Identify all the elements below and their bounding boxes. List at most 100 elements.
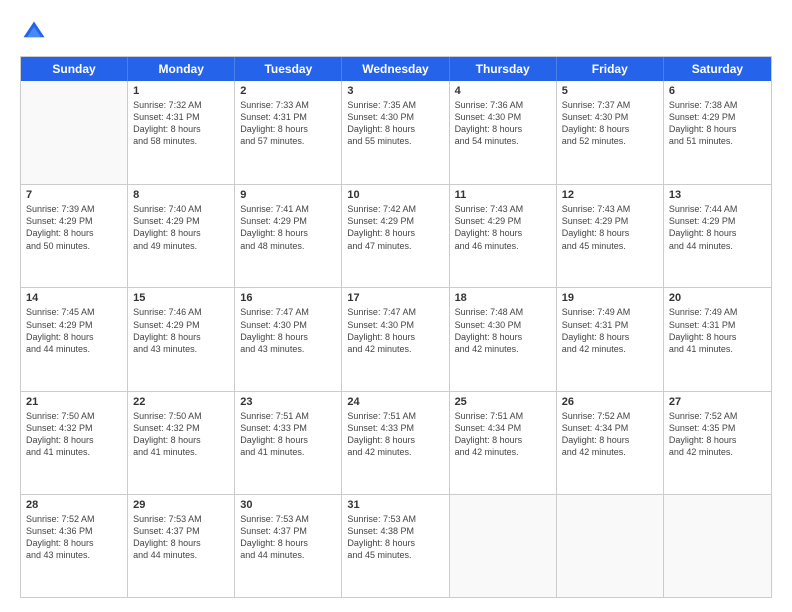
header-day-saturday: Saturday xyxy=(664,57,771,81)
calendar-cell: 21Sunrise: 7:50 AMSunset: 4:32 PMDayligh… xyxy=(21,392,128,494)
day-number: 14 xyxy=(26,292,122,304)
cell-line: Sunset: 4:32 PM xyxy=(26,422,122,434)
calendar-cell: 15Sunrise: 7:46 AMSunset: 4:29 PMDayligh… xyxy=(128,288,235,390)
cell-line: Sunset: 4:29 PM xyxy=(347,215,443,227)
cell-line: Sunset: 4:29 PM xyxy=(455,215,551,227)
cell-line: Sunrise: 7:52 AM xyxy=(669,410,766,422)
cell-line: Sunrise: 7:33 AM xyxy=(240,99,336,111)
day-number: 29 xyxy=(133,499,229,511)
cell-line: and 42 minutes. xyxy=(347,446,443,458)
calendar-cell: 23Sunrise: 7:51 AMSunset: 4:33 PMDayligh… xyxy=(235,392,342,494)
cell-line: and 42 minutes. xyxy=(347,343,443,355)
day-number: 20 xyxy=(669,292,766,304)
cell-line: Sunrise: 7:49 AM xyxy=(669,306,766,318)
calendar-cell: 25Sunrise: 7:51 AMSunset: 4:34 PMDayligh… xyxy=(450,392,557,494)
day-number: 26 xyxy=(562,396,658,408)
calendar-cell xyxy=(21,81,128,184)
cell-line: Daylight: 8 hours xyxy=(133,123,229,135)
calendar-cell: 4Sunrise: 7:36 AMSunset: 4:30 PMDaylight… xyxy=(450,81,557,184)
calendar-cell: 26Sunrise: 7:52 AMSunset: 4:34 PMDayligh… xyxy=(557,392,664,494)
cell-line: Sunrise: 7:44 AM xyxy=(669,203,766,215)
calendar-cell: 5Sunrise: 7:37 AMSunset: 4:30 PMDaylight… xyxy=(557,81,664,184)
day-number: 1 xyxy=(133,85,229,97)
cell-line: Sunset: 4:29 PM xyxy=(133,215,229,227)
cell-line: Daylight: 8 hours xyxy=(133,434,229,446)
calendar-cell: 12Sunrise: 7:43 AMSunset: 4:29 PMDayligh… xyxy=(557,185,664,287)
cell-line: Sunset: 4:31 PM xyxy=(669,319,766,331)
calendar-header: SundayMondayTuesdayWednesdayThursdayFrid… xyxy=(21,57,771,81)
cell-line: Sunset: 4:29 PM xyxy=(26,215,122,227)
calendar: SundayMondayTuesdayWednesdayThursdayFrid… xyxy=(20,56,772,598)
cell-line: Daylight: 8 hours xyxy=(347,331,443,343)
cell-line: Sunset: 4:30 PM xyxy=(347,111,443,123)
day-number: 8 xyxy=(133,189,229,201)
cell-line: Daylight: 8 hours xyxy=(669,227,766,239)
header-day-monday: Monday xyxy=(128,57,235,81)
cell-line: Sunrise: 7:52 AM xyxy=(562,410,658,422)
cell-line: Daylight: 8 hours xyxy=(26,331,122,343)
cell-line: Sunrise: 7:53 AM xyxy=(240,513,336,525)
cell-line: Sunset: 4:29 PM xyxy=(133,319,229,331)
cell-line: Sunset: 4:34 PM xyxy=(562,422,658,434)
calendar-cell: 24Sunrise: 7:51 AMSunset: 4:33 PMDayligh… xyxy=(342,392,449,494)
header xyxy=(20,18,772,46)
cell-line: Sunrise: 7:37 AM xyxy=(562,99,658,111)
cell-line: Daylight: 8 hours xyxy=(347,123,443,135)
cell-line: Sunrise: 7:48 AM xyxy=(455,306,551,318)
calendar-cell: 1Sunrise: 7:32 AMSunset: 4:31 PMDaylight… xyxy=(128,81,235,184)
cell-line: and 47 minutes. xyxy=(347,240,443,252)
day-number: 13 xyxy=(669,189,766,201)
cell-line: Daylight: 8 hours xyxy=(26,537,122,549)
cell-line: Sunrise: 7:39 AM xyxy=(26,203,122,215)
cell-line: and 57 minutes. xyxy=(240,135,336,147)
cell-line: Sunrise: 7:38 AM xyxy=(669,99,766,111)
cell-line: and 43 minutes. xyxy=(26,549,122,561)
cell-line: and 42 minutes. xyxy=(455,446,551,458)
cell-line: Sunrise: 7:36 AM xyxy=(455,99,551,111)
day-number: 7 xyxy=(26,189,122,201)
day-number: 9 xyxy=(240,189,336,201)
header-day-thursday: Thursday xyxy=(450,57,557,81)
day-number: 19 xyxy=(562,292,658,304)
cell-line: Daylight: 8 hours xyxy=(669,123,766,135)
calendar-cell: 17Sunrise: 7:47 AMSunset: 4:30 PMDayligh… xyxy=(342,288,449,390)
cell-line: Sunset: 4:29 PM xyxy=(26,319,122,331)
calendar-cell xyxy=(664,495,771,597)
day-number: 25 xyxy=(455,396,551,408)
day-number: 3 xyxy=(347,85,443,97)
cell-line: Sunset: 4:34 PM xyxy=(455,422,551,434)
calendar-body: 1Sunrise: 7:32 AMSunset: 4:31 PMDaylight… xyxy=(21,81,771,597)
cell-line: and 44 minutes. xyxy=(669,240,766,252)
calendar-cell: 20Sunrise: 7:49 AMSunset: 4:31 PMDayligh… xyxy=(664,288,771,390)
calendar-row: 14Sunrise: 7:45 AMSunset: 4:29 PMDayligh… xyxy=(21,287,771,390)
cell-line: Sunrise: 7:51 AM xyxy=(347,410,443,422)
cell-line: Daylight: 8 hours xyxy=(347,434,443,446)
cell-line: Sunset: 4:29 PM xyxy=(240,215,336,227)
calendar-cell: 28Sunrise: 7:52 AMSunset: 4:36 PMDayligh… xyxy=(21,495,128,597)
cell-line: and 41 minutes. xyxy=(669,343,766,355)
day-number: 2 xyxy=(240,85,336,97)
header-day-sunday: Sunday xyxy=(21,57,128,81)
cell-line: Daylight: 8 hours xyxy=(26,227,122,239)
cell-line: and 42 minutes. xyxy=(562,343,658,355)
header-day-tuesday: Tuesday xyxy=(235,57,342,81)
cell-line: Sunset: 4:35 PM xyxy=(669,422,766,434)
cell-line: Sunset: 4:31 PM xyxy=(562,319,658,331)
day-number: 22 xyxy=(133,396,229,408)
day-number: 10 xyxy=(347,189,443,201)
calendar-row: 21Sunrise: 7:50 AMSunset: 4:32 PMDayligh… xyxy=(21,391,771,494)
cell-line: Sunset: 4:29 PM xyxy=(669,111,766,123)
day-number: 28 xyxy=(26,499,122,511)
calendar-cell: 29Sunrise: 7:53 AMSunset: 4:37 PMDayligh… xyxy=(128,495,235,597)
calendar-cell: 27Sunrise: 7:52 AMSunset: 4:35 PMDayligh… xyxy=(664,392,771,494)
cell-line: and 50 minutes. xyxy=(26,240,122,252)
calendar-cell: 2Sunrise: 7:33 AMSunset: 4:31 PMDaylight… xyxy=(235,81,342,184)
cell-line: Sunrise: 7:42 AM xyxy=(347,203,443,215)
cell-line: and 44 minutes. xyxy=(240,549,336,561)
cell-line: Sunset: 4:37 PM xyxy=(133,525,229,537)
cell-line: Daylight: 8 hours xyxy=(455,434,551,446)
calendar-cell xyxy=(450,495,557,597)
calendar-cell: 14Sunrise: 7:45 AMSunset: 4:29 PMDayligh… xyxy=(21,288,128,390)
cell-line: Daylight: 8 hours xyxy=(455,227,551,239)
cell-line: Sunset: 4:30 PM xyxy=(240,319,336,331)
